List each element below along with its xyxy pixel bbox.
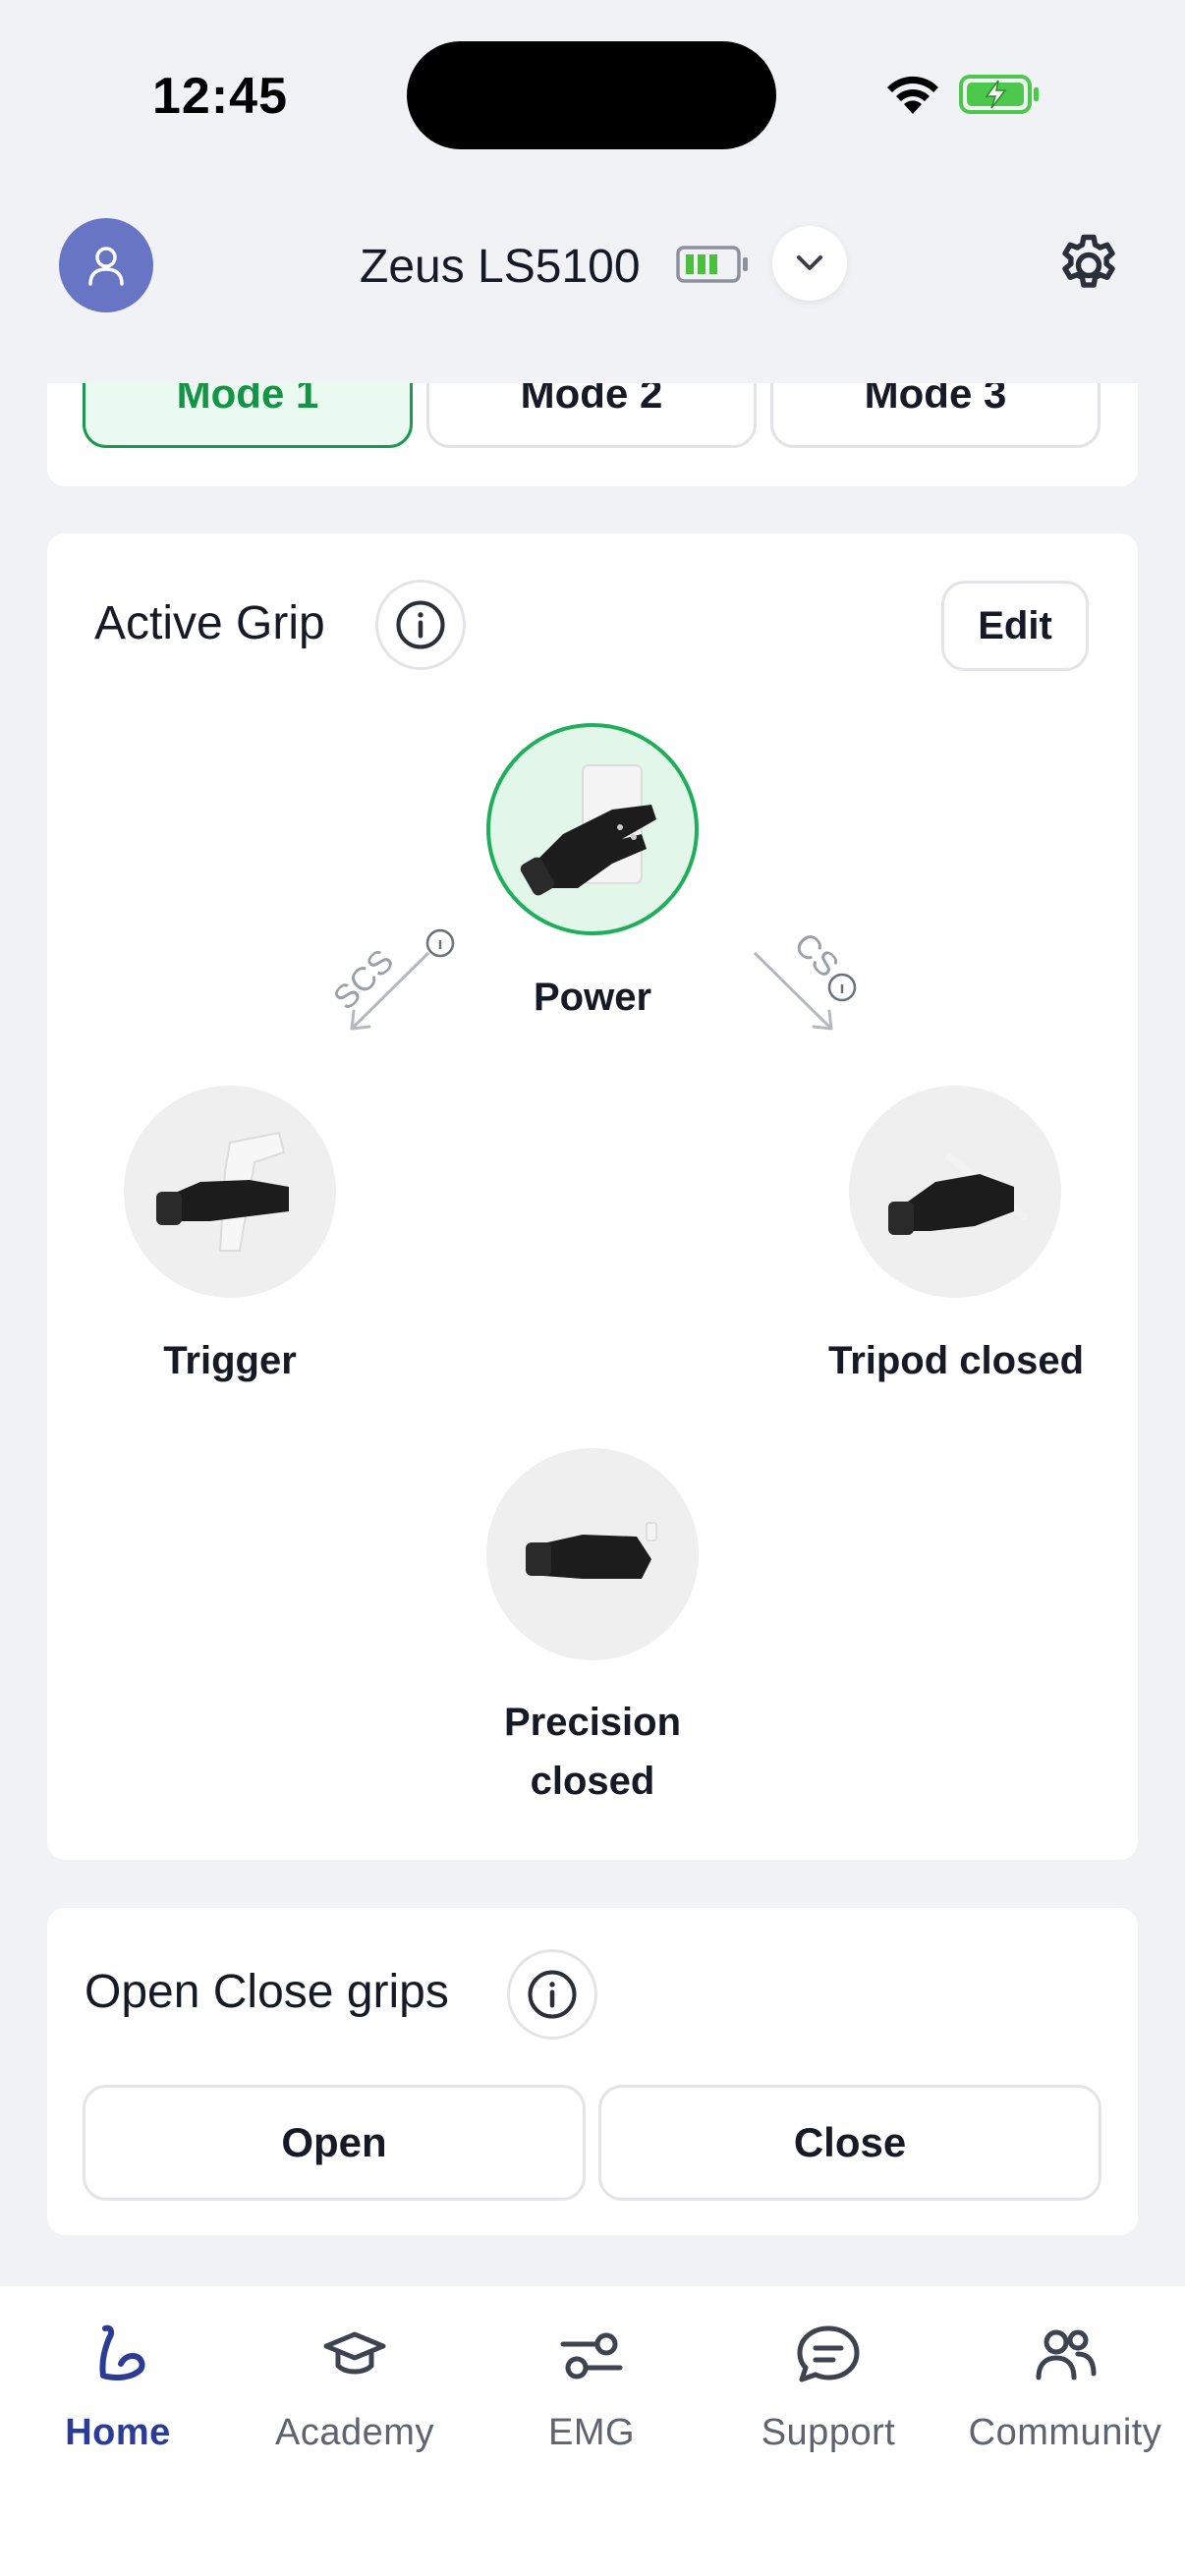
gear-icon [1062,234,1115,288]
hand-tripod-grip-icon [888,1153,1028,1235]
grip-precision-closed-button[interactable] [486,1448,699,1660]
nav-community-label: Community [968,2412,1162,2453]
device-battery-icon [676,246,748,283]
status-bar: 12:45 [0,0,1185,196]
cs-transition-arrow: CS [753,925,857,1031]
hand-precision-grip-icon [526,1522,657,1579]
grip-trigger-button[interactable] [124,1086,336,1298]
sliders-icon [560,2332,623,2380]
grip-tripod-closed-button[interactable] [849,1086,1061,1298]
user-icon [88,247,124,286]
battery-charging-icon [959,75,1039,114]
scs-label: SCS [326,942,401,1017]
grip-tripod-closed-label: Tripod closed [827,1339,1085,1382]
app-header: Zeus LS5100 [0,196,1185,383]
arm-icon [99,2324,145,2380]
close-grip-button[interactable]: Close [598,2085,1101,2201]
dynamic-island [407,41,776,149]
grip-trigger-label: Trigger [163,1339,297,1382]
nav-emg-label: EMG [547,2412,636,2453]
nav-home-label: Home [65,2412,171,2453]
profile-avatar[interactable] [59,218,153,312]
device-name[interactable]: Zeus LS5100 [360,240,641,294]
graduation-cap-icon [323,2331,386,2375]
grip-precision-label-line2: closed [530,1760,655,1803]
open-grip-button[interactable]: Open [83,2085,586,2201]
active-grip-card: Active Grip Edit Power SCS CS Trigger Tr… [47,533,1138,1860]
nav-community[interactable]: Community [947,2316,1183,2483]
active-grip-title: Active Grip [94,597,325,649]
bottom-navigation: Home Academy EMG Support Community [0,2286,1185,2576]
settings-button[interactable] [1049,226,1128,305]
active-grip-info-button[interactable] [375,580,466,670]
grip-power-button[interactable] [486,723,699,935]
wifi-icon [887,76,938,114]
scs-transition-arrow: SCS [326,928,455,1031]
grip-precision-closed-label: Precision closed [396,1693,789,1811]
chat-bubble-icon [797,2325,860,2382]
info-icon [396,600,445,649]
nav-home[interactable]: Home [0,2316,236,2483]
hand-trigger-grip-icon [156,1131,289,1252]
hand-power-grip-icon [520,764,656,896]
device-dropdown-button[interactable] [772,226,847,301]
info-icon [528,1970,577,2019]
nav-academy-label: Academy [275,2412,434,2453]
nav-emg[interactable]: EMG [474,2316,709,2483]
chevron-down-icon [797,255,822,270]
open-close-title: Open Close grips [85,1966,449,2018]
grip-precision-label-line1: Precision [503,1701,682,1744]
open-close-info-button[interactable] [507,1949,597,2040]
open-close-grips-card: Open Close grips Open Close [47,1908,1138,2235]
nav-support[interactable]: Support [710,2316,946,2483]
nav-academy[interactable]: Academy [237,2316,473,2483]
edit-grips-button[interactable]: Edit [941,581,1089,671]
nav-support-label: Support [761,2412,896,2453]
status-time: 12:45 [152,68,288,125]
people-icon [1036,2329,1097,2380]
